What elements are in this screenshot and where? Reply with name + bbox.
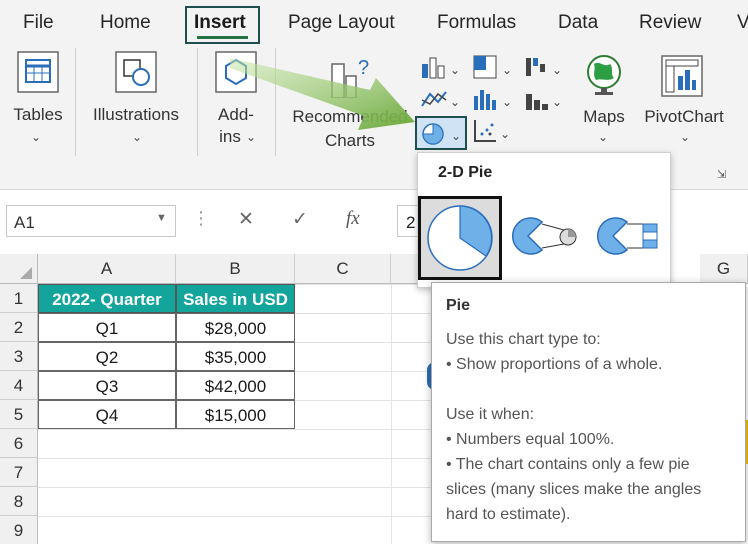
row-header-2[interactable]: 2 [0, 313, 38, 342]
svg-text:⌄: ⌄ [450, 95, 460, 109]
row-header-7[interactable]: 7 [0, 458, 38, 487]
tooltip-line: • Numbers equal 100%. [446, 431, 615, 448]
table-cell[interactable]: Q3 [38, 371, 176, 400]
chevron-down-icon: ⌄ [680, 130, 691, 144]
svg-text:⌄: ⌄ [552, 63, 562, 77]
waterfall-chart-icon[interactable]: ⌄ [522, 54, 566, 80]
row-header-3[interactable]: 3 [0, 342, 38, 371]
table-cell[interactable]: Q2 [38, 342, 176, 371]
pie-icon [427, 205, 493, 271]
maps-button[interactable]: Maps ⌄ [578, 54, 630, 164]
tooltip-line: • Show proportions of a whole. [446, 356, 663, 373]
illustrations-button[interactable]: Illustrations ⌄ [88, 50, 184, 178]
tooltip-title: Pie [446, 297, 471, 314]
table-cell[interactable]: $28,000 [176, 313, 295, 342]
tab-page-layout[interactable]: Page Layout [288, 12, 395, 34]
tables-label: Tables [13, 105, 63, 124]
tooltip-line: Use this chart type to: [446, 331, 601, 348]
pie-of-pie-option[interactable] [508, 212, 580, 262]
tab-formulas[interactable]: Formulas [437, 12, 516, 34]
ribbon-separator [75, 48, 76, 156]
svg-text:⌄: ⌄ [502, 95, 512, 109]
formula-input[interactable]: 2 [397, 205, 419, 237]
bar-of-pie-option[interactable] [593, 212, 665, 262]
shapes-icon [115, 51, 157, 93]
gallery-section-title: 2-D Pie [438, 164, 493, 181]
tooltip-line: Use it when: [446, 406, 535, 423]
tab-file[interactable]: File [23, 12, 54, 34]
formula-content: 2 [406, 213, 416, 232]
tab-view[interactable]: V [737, 12, 748, 34]
drag-handle-icon[interactable]: ⋮ [192, 208, 210, 229]
active-tab-indicator [197, 36, 248, 39]
pie-option[interactable] [418, 196, 502, 280]
tooltip-line: slices (many slices make the angles [446, 481, 702, 498]
row-header-5[interactable]: 5 [0, 400, 38, 429]
svg-text:⌄: ⌄ [500, 127, 510, 141]
name-box-value: A1 [14, 213, 35, 232]
scatter-chart-icon[interactable]: ⌄ [470, 118, 514, 144]
column-header-b[interactable]: B [176, 254, 295, 284]
column-header-a[interactable]: A [38, 254, 176, 284]
pivotchart-icon [661, 55, 703, 97]
select-all-corner[interactable] [0, 254, 38, 284]
ribbon-separator [197, 48, 198, 156]
tab-review[interactable]: Review [639, 12, 701, 34]
svg-text:⌄: ⌄ [552, 95, 562, 109]
tooltip-line: • The chart contains only a few pie [446, 456, 690, 473]
tables-button[interactable]: Tables ⌄ [10, 50, 66, 178]
tab-home[interactable]: Home [100, 12, 151, 34]
maps-label: Maps [583, 107, 625, 126]
svg-text:⌄: ⌄ [450, 63, 460, 77]
svg-text:⌄: ⌄ [502, 63, 512, 77]
globe-icon [587, 55, 621, 95]
header-cell-sales[interactable]: Sales in USD [176, 284, 295, 313]
grid-line [391, 284, 392, 544]
ribbon-tab-bar: File Home Insert Page Layout Formulas Da… [0, 0, 748, 44]
tooltip-line: hard to estimate). [446, 506, 571, 523]
table-cell[interactable]: $35,000 [176, 342, 295, 371]
confirm-icon[interactable]: ✓ [292, 208, 308, 231]
select-all-icon [20, 267, 32, 279]
chevron-down-icon: ⌄ [31, 130, 42, 144]
table-cell[interactable]: $15,000 [176, 400, 295, 429]
chevron-down-icon: ⌄ [132, 130, 143, 144]
statistic-chart-icon[interactable]: ⌄ [470, 86, 514, 112]
column-header-c[interactable]: C [295, 254, 391, 284]
illustrations-label: Illustrations [93, 105, 179, 124]
table-icon [17, 51, 59, 93]
table-cell[interactable]: $42,000 [176, 371, 295, 400]
row-header-4[interactable]: 4 [0, 371, 38, 400]
hierarchy-chart-icon[interactable]: ⌄ [470, 54, 514, 80]
column-header-g[interactable]: G [700, 254, 748, 284]
pivotchart-label: PivotChart [644, 107, 724, 126]
row-header-6[interactable]: 6 [0, 429, 38, 458]
row-header-9[interactable]: 9 [0, 516, 38, 544]
table-cell[interactable]: Q4 [38, 400, 176, 429]
chart-type-tooltip: Pie Use this chart type to: • Show propo… [431, 282, 746, 542]
row-header-1[interactable]: 1 [0, 284, 38, 313]
table-cell[interactable]: Q1 [38, 313, 176, 342]
header-cell-quarter[interactable]: 2022- Quarter [38, 284, 176, 313]
tab-data[interactable]: Data [558, 12, 598, 34]
annotation-arrow [230, 58, 415, 130]
insert-function-icon[interactable]: fx [346, 208, 360, 230]
chevron-down-icon: ⌄ [598, 130, 609, 144]
pivotchart-button[interactable]: PivotChart ⌄ [636, 54, 732, 164]
chevron-down-icon[interactable]: ▼ [156, 212, 167, 224]
cancel-icon[interactable]: ✕ [238, 208, 254, 231]
svg-text:⌄: ⌄ [451, 129, 461, 143]
tab-insert[interactable]: Insert [194, 12, 246, 34]
dialog-launcher-icon[interactable]: ⇲ [717, 168, 726, 181]
combo-chart-icon[interactable]: ⌄ [522, 86, 566, 112]
row-header-8[interactable]: 8 [0, 487, 38, 516]
